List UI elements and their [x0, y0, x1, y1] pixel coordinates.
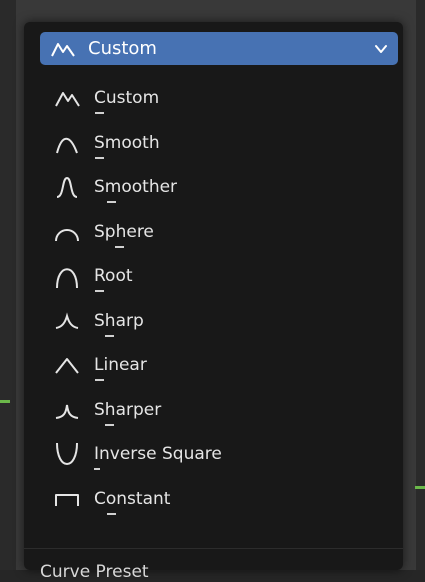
menu-item-label: Linear [94, 355, 147, 382]
popup-title: Curve Preset [40, 562, 149, 582]
smoother-curve-icon [56, 177, 78, 199]
linear-curve-icon [55, 358, 79, 374]
timeline-marker [415, 486, 425, 489]
curve-preset-dropdown[interactable]: Custom [40, 32, 398, 65]
menu-item-constant[interactable]: Constant [38, 477, 400, 522]
menu-item-sphere[interactable]: Sphere [38, 210, 400, 255]
curve-preset-menu: Custom Smooth Smoother Sphere Root Sharp [38, 76, 400, 521]
menu-item-label: Smooth [94, 133, 160, 159]
menu-item-smooth[interactable]: Smooth [38, 121, 400, 166]
custom-curve-icon [51, 42, 75, 57]
menu-item-label: Root [94, 266, 133, 293]
menu-item-label: Sphere [94, 222, 154, 248]
menu-item-label: Custom [94, 88, 159, 115]
inverse-square-curve-icon [56, 443, 78, 465]
sharper-curve-icon [55, 404, 79, 419]
timeline-marker [0, 400, 10, 403]
sharp-curve-icon [55, 312, 79, 329]
root-curve-icon [56, 268, 78, 289]
dropdown-selected-label: Custom [88, 38, 157, 59]
menu-item-sharper[interactable]: Sharper [38, 388, 400, 433]
menu-item-sharp[interactable]: Sharp [38, 299, 400, 344]
menu-item-label: Constant [94, 489, 170, 515]
menu-item-inverse-square[interactable]: Inverse Square [38, 432, 400, 477]
sphere-curve-icon [55, 228, 79, 241]
menu-item-label: Sharp [94, 311, 144, 337]
menu-divider [24, 548, 403, 549]
constant-curve-icon [55, 493, 79, 506]
menu-item-smoother[interactable]: Smoother [38, 165, 400, 210]
menu-item-custom[interactable]: Custom [38, 76, 400, 121]
menu-item-label: Smoother [94, 177, 177, 204]
menu-item-linear[interactable]: Linear [38, 343, 400, 388]
chevron-down-icon [375, 44, 387, 53]
smooth-curve-icon [56, 137, 78, 154]
menu-item-label: Sharper [94, 400, 161, 426]
menu-item-root[interactable]: Root [38, 254, 400, 299]
menu-item-label: Inverse Square [94, 444, 222, 471]
custom-curve-icon [55, 92, 80, 107]
